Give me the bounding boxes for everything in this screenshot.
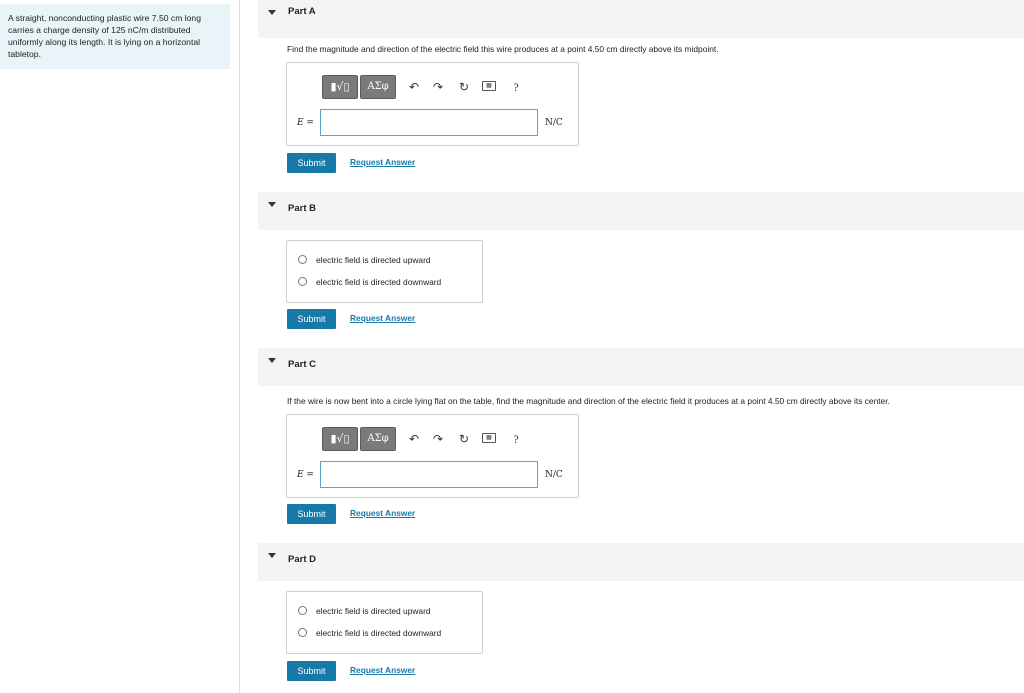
part-b-title: Part B — [288, 203, 316, 214]
column-divider — [239, 0, 240, 693]
part-b-choices: electric field is directed upward electr… — [286, 240, 483, 303]
part-d-request-answer-link[interactable]: Request Answer — [350, 665, 415, 675]
collapse-triangle-icon[interactable] — [268, 553, 276, 558]
part-d-choices: electric field is directed upward electr… — [286, 591, 483, 654]
template-icon[interactable]: ▮√▯ — [322, 427, 358, 451]
undo-icon[interactable]: ↶ — [406, 431, 422, 447]
part-d-header[interactable]: Part D — [258, 543, 1024, 581]
part-c-question: If the wire is now bent into a circle ly… — [287, 396, 890, 406]
part-d-submit-button[interactable]: Submit — [287, 661, 336, 681]
keyboard-icon[interactable]: ▦ — [482, 81, 496, 91]
radio-button[interactable] — [298, 255, 307, 264]
part-a-header[interactable]: Part A — [258, 0, 1024, 38]
template-icon[interactable]: ▮√▯ — [322, 75, 358, 99]
unit-label: N/C — [545, 118, 563, 128]
reset-icon[interactable]: ↻ — [456, 79, 472, 95]
help-icon[interactable]: ? — [508, 79, 524, 95]
problem-statement: A straight, nonconducting plastic wire 7… — [0, 4, 230, 69]
part-b-header[interactable]: Part B — [258, 192, 1024, 230]
part-c-answer-box: ▮√▯ ΑΣφ ↶ ↷ ↻ ▦ ? E = N/C — [286, 414, 579, 498]
collapse-triangle-icon[interactable] — [268, 10, 276, 15]
radio-button[interactable] — [298, 628, 307, 637]
part-b-request-answer-link[interactable]: Request Answer — [350, 313, 415, 323]
part-a-title: Part A — [288, 6, 316, 17]
radio-button[interactable] — [298, 277, 307, 286]
redo-icon[interactable]: ↷ — [430, 431, 446, 447]
undo-icon[interactable]: ↶ — [406, 79, 422, 95]
help-icon[interactable]: ? — [508, 431, 524, 447]
answer-input[interactable] — [320, 109, 538, 136]
part-a-request-answer-link[interactable]: Request Answer — [350, 157, 415, 167]
collapse-triangle-icon[interactable] — [268, 358, 276, 363]
greek-symbols-icon[interactable]: ΑΣφ — [360, 75, 396, 99]
part-c-request-answer-link[interactable]: Request Answer — [350, 508, 415, 518]
part-a-question: Find the magnitude and direction of the … — [287, 44, 719, 54]
part-c-header[interactable]: Part C — [258, 348, 1024, 386]
redo-icon[interactable]: ↷ — [430, 79, 446, 95]
part-a-answer-box: ▮√▯ ΑΣφ ↶ ↷ ↻ ▦ ? E = N/C — [286, 62, 579, 146]
answer-input[interactable] — [320, 461, 538, 488]
part-c-submit-button[interactable]: Submit — [287, 504, 336, 524]
radio-button[interactable] — [298, 606, 307, 615]
eq-label: E = — [297, 118, 314, 128]
collapse-triangle-icon[interactable] — [268, 202, 276, 207]
part-b-submit-button[interactable]: Submit — [287, 309, 336, 329]
part-c-title: Part C — [288, 359, 316, 370]
greek-symbols-icon[interactable]: ΑΣφ — [360, 427, 396, 451]
unit-label: N/C — [545, 470, 563, 480]
keyboard-icon[interactable]: ▦ — [482, 433, 496, 443]
eq-label: E = — [297, 470, 314, 480]
part-a-submit-button[interactable]: Submit — [287, 153, 336, 173]
reset-icon[interactable]: ↻ — [456, 431, 472, 447]
part-d-title: Part D — [288, 554, 316, 565]
